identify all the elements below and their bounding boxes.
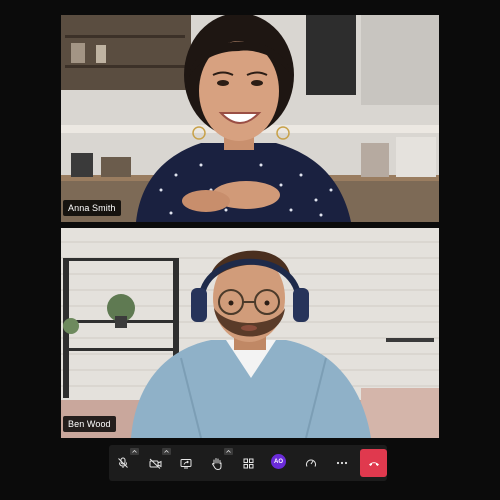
- hang-up-icon: [368, 461, 379, 466]
- camera-options-button[interactable]: [162, 448, 171, 455]
- stats-button[interactable]: [301, 453, 321, 473]
- participant-video-anna: [61, 15, 439, 222]
- video-tile-anna-smith[interactable]: Anna Smith: [61, 15, 439, 222]
- chevron-up-icon: [164, 450, 169, 453]
- chevron-up-icon: [132, 450, 137, 453]
- layout-button[interactable]: [238, 453, 258, 473]
- grid-layout-icon: [243, 458, 253, 468]
- chevron-up-icon: [226, 450, 231, 453]
- share-screen-button[interactable]: [176, 453, 196, 473]
- mic-off-icon: [118, 457, 128, 468]
- video-tile-ben-wood[interactable]: Ben Wood: [61, 228, 439, 438]
- more-options-button[interactable]: [332, 453, 352, 473]
- user-avatar[interactable]: AO: [271, 454, 286, 469]
- speedometer-icon: [306, 459, 316, 467]
- participant-name-tag: Anna Smith: [63, 200, 121, 216]
- video-call-window: Anna Smith Ben Wood AO: [0, 0, 500, 500]
- camera-toggle-button[interactable]: [145, 453, 165, 473]
- participant-name-tag: Ben Wood: [63, 416, 116, 432]
- raise-hand-button[interactable]: [207, 453, 227, 473]
- reactions-options-button[interactable]: [224, 448, 233, 455]
- share-screen-icon: [180, 458, 192, 468]
- call-control-bar: AO: [109, 445, 387, 481]
- raise-hand-icon: [211, 457, 222, 470]
- more-horizontal-icon: [336, 461, 348, 465]
- end-call-button[interactable]: [360, 449, 387, 477]
- camera-off-icon: [149, 458, 161, 469]
- mic-toggle-button[interactable]: [113, 453, 133, 473]
- mic-options-button[interactable]: [130, 448, 139, 455]
- participant-video-ben: [61, 228, 439, 438]
